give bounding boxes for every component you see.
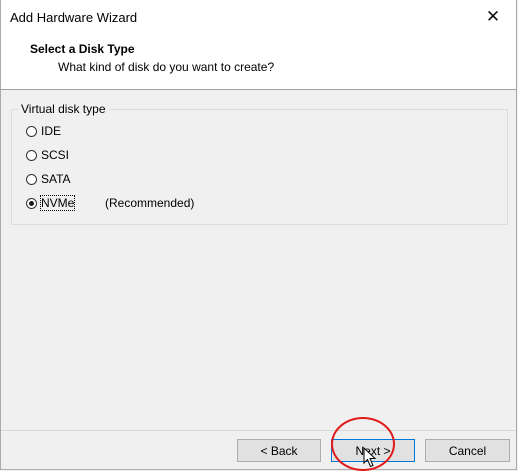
page-title: Select a Disk Type: [30, 42, 135, 56]
close-icon: ✕: [485, 6, 501, 26]
back-button[interactable]: < Back: [237, 439, 321, 462]
disk-type-group-label: Virtual disk type: [18, 102, 109, 116]
disk-type-group: [11, 109, 508, 225]
radio-sata[interactable]: SATA: [26, 171, 71, 187]
title-bar: Add Hardware Wizard ✕: [1, 0, 516, 33]
footer-divider: [1, 430, 516, 431]
wizard-header: Select a Disk Type What kind of disk do …: [1, 33, 516, 90]
radio-nvme[interactable]: NVMe: [26, 195, 76, 211]
radio-nvme-circle[interactable]: [26, 197, 37, 209]
radio-sata-label: SATA: [41, 172, 71, 186]
wizard-window: Add Hardware Wizard ✕ Select a Disk Type…: [0, 0, 517, 471]
window-title: Add Hardware Wizard: [10, 10, 138, 25]
radio-ide-circle[interactable]: [26, 125, 37, 137]
recommended-note: (Recommended): [105, 196, 195, 210]
radio-nvme-label: NVMe: [39, 195, 76, 211]
mouse-cursor-icon: [363, 447, 377, 468]
radio-scsi-circle[interactable]: [26, 149, 37, 161]
radio-ide[interactable]: IDE: [26, 123, 61, 139]
cancel-button[interactable]: Cancel: [425, 439, 510, 462]
close-button[interactable]: ✕: [470, 0, 516, 33]
radio-sata-circle[interactable]: [26, 173, 37, 185]
page-subtitle: What kind of disk do you want to create?: [58, 60, 275, 74]
radio-scsi-label: SCSI: [41, 148, 70, 162]
radio-scsi[interactable]: SCSI: [26, 147, 69, 163]
radio-ide-label: IDE: [41, 124, 62, 138]
